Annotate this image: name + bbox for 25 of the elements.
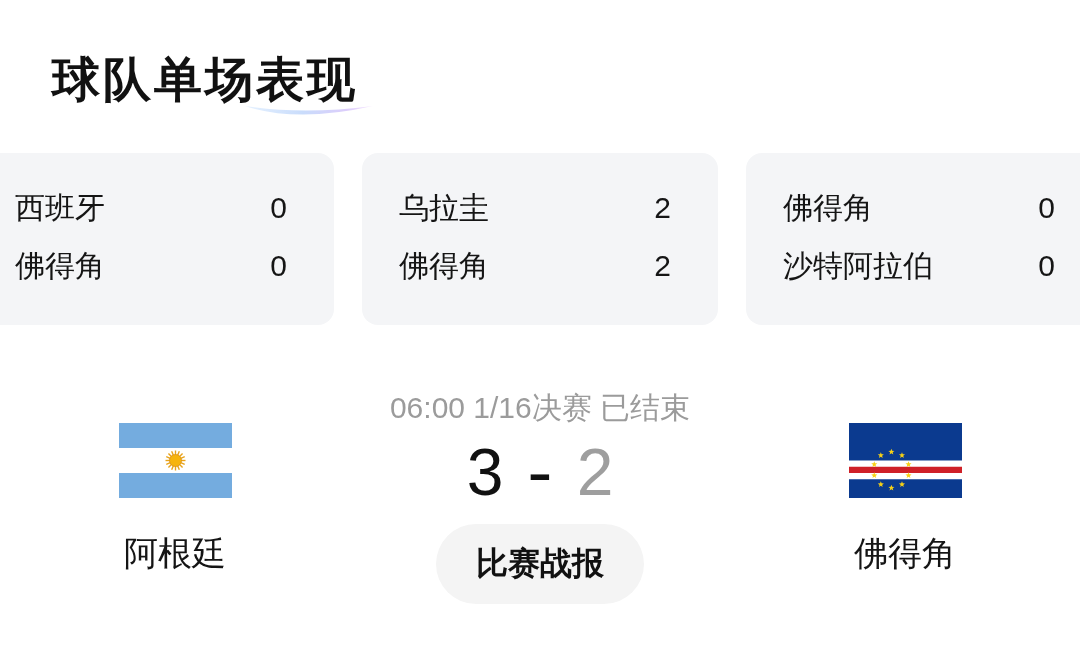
team-name: 沙特阿拉伯	[783, 248, 933, 284]
team-name: 乌拉圭	[399, 190, 489, 226]
team-name: 佛得角	[783, 190, 873, 226]
home-score: 3	[466, 437, 504, 507]
flag-icon	[118, 423, 232, 498]
flag-icon	[848, 423, 962, 498]
team-name: 佛得角	[854, 533, 956, 573]
match-card[interactable]: 西班牙 0 佛得角 0	[0, 153, 334, 325]
team-score: 2	[654, 190, 671, 226]
match-card[interactable]: 乌拉圭 2 佛得角 2	[362, 153, 718, 325]
team-name: 佛得角	[15, 248, 105, 284]
team-score: 0	[270, 190, 287, 226]
match-report-button[interactable]: 比赛战报	[436, 524, 644, 604]
team-score: 0	[270, 248, 287, 284]
team-name: 西班牙	[15, 190, 105, 226]
section-title: 球队单场表现	[52, 56, 358, 104]
team-score: 0	[1038, 190, 1055, 226]
team-name: 佛得角	[399, 248, 489, 284]
away-score: 2	[576, 437, 614, 507]
match-card[interactable]: 佛得角 0 沙特阿拉伯 0	[746, 153, 1080, 325]
team-score: 0	[1038, 248, 1055, 284]
match-status: 06:00 1/16决赛 已结束	[389, 390, 691, 426]
team-name: 阿根廷	[124, 533, 226, 573]
team-score: 2	[654, 248, 671, 284]
score-separator: -	[527, 437, 553, 507]
